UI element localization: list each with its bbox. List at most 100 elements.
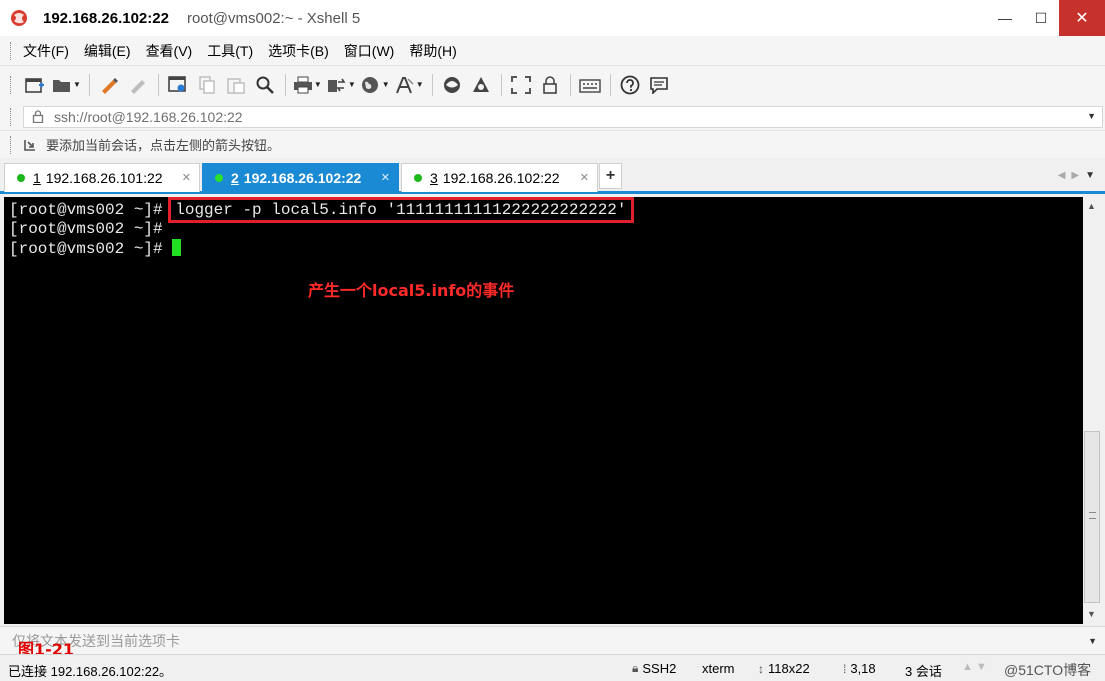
transfer-icon bbox=[327, 78, 346, 92]
tab-number: 3 bbox=[430, 170, 438, 186]
menu-tabs[interactable]: 选项卡(B) bbox=[268, 39, 329, 63]
properties-button[interactable] bbox=[166, 72, 190, 98]
close-button[interactable]: ✕ bbox=[1059, 0, 1105, 36]
xmanager-icon bbox=[472, 76, 489, 92]
menu-file[interactable]: 文件(F) bbox=[23, 39, 69, 63]
copy-button[interactable] bbox=[195, 72, 219, 98]
find-button[interactable] bbox=[253, 72, 277, 98]
terminal-area[interactable]: [root@vms002 ~]# logger -p local5.info '… bbox=[4, 197, 1083, 624]
status-bar: 已连接 192.168.26.102:22。 🔒︎ SSH2 xterm ↕ 118… bbox=[0, 654, 1105, 681]
font-button[interactable]: ▼ bbox=[395, 72, 424, 98]
tab-label: 192.168.26.101:22 bbox=[45, 170, 163, 186]
address-bar: ssh://root@192.168.26.102:22 ▼ bbox=[0, 103, 1105, 130]
print-button[interactable]: ▼ bbox=[293, 72, 322, 98]
terminal-type-status: xterm bbox=[702, 661, 735, 676]
xftp-icon bbox=[443, 76, 460, 93]
address-grip[interactable] bbox=[10, 107, 13, 126]
terminal-scrollbar[interactable]: ▲ ▼ bbox=[1083, 197, 1101, 624]
address-input[interactable]: ssh://root@192.168.26.102:22 ▼ bbox=[23, 105, 1103, 128]
tab-navigation: ◀▶▼ bbox=[1058, 170, 1095, 181]
tab-session-1[interactable]: 1 192.168.26.101:22 ✕ bbox=[4, 163, 200, 192]
find-icon bbox=[256, 76, 274, 94]
scroll-thumb[interactable] bbox=[1084, 431, 1100, 603]
toolbar-separator bbox=[569, 73, 571, 96]
reconnect-button[interactable] bbox=[97, 72, 121, 98]
tab-label: 192.168.26.102:22 bbox=[442, 170, 560, 186]
highlighted-command: logger -p local5.info '11111111111222222… bbox=[168, 197, 634, 223]
new-session-icon bbox=[25, 77, 44, 93]
toolbar-separator bbox=[500, 73, 502, 96]
fullscreen-button[interactable] bbox=[509, 72, 533, 98]
lock-icon: 🔒︎ bbox=[632, 661, 639, 675]
scroll-down-icon[interactable]: ▼ bbox=[1087, 609, 1096, 619]
hint-text: 要添加当前会话，点击左侧的箭头按钮。 bbox=[46, 138, 281, 153]
address-value: ssh://root@192.168.26.102:22 bbox=[54, 108, 243, 125]
new-tab-button[interactable]: + bbox=[599, 163, 622, 189]
maximize-icon: ☐ bbox=[1034, 9, 1048, 26]
menu-view[interactable]: 查看(V) bbox=[146, 39, 193, 63]
tab-strip: 1 192.168.26.101:22 ✕ 2 192.168.26.102:2… bbox=[0, 160, 1105, 194]
tab-session-3[interactable]: 3 192.168.26.102:22 ✕ bbox=[401, 163, 598, 192]
terminal-line: [root@vms002 ~]# logger -p local5.info '… bbox=[9, 197, 1083, 223]
xftp-button[interactable] bbox=[440, 72, 464, 98]
reconnect-icon bbox=[130, 79, 145, 94]
tab-list-dropdown-icon[interactable]: ▼ bbox=[1085, 170, 1095, 181]
add-session-arrow-icon[interactable] bbox=[23, 137, 39, 153]
help-button[interactable] bbox=[618, 72, 642, 98]
connection-status: 已连接 192.168.26.102:22。 bbox=[8, 664, 173, 679]
open-folder-icon bbox=[53, 79, 70, 92]
close-icon[interactable]: ✕ bbox=[580, 171, 589, 184]
chat-icon bbox=[649, 76, 668, 94]
menu-edit[interactable]: 编辑(E) bbox=[84, 39, 131, 63]
hint-grip[interactable] bbox=[10, 135, 13, 154]
window-controls: — ☐ ✕ bbox=[987, 0, 1105, 36]
toolbar-separator bbox=[88, 73, 90, 96]
new-session-button[interactable] bbox=[23, 72, 47, 98]
tab-session-2[interactable]: 2 192.168.26.102:22 ✕ bbox=[202, 163, 399, 192]
resize-icon: ↕ bbox=[758, 661, 764, 676]
maximize-button[interactable]: ☐ bbox=[1023, 0, 1059, 36]
scroll-arrows-icon[interactable]: ▲▼ bbox=[962, 661, 990, 673]
protocol-label: SSH2 bbox=[642, 661, 677, 676]
close-icon[interactable]: ✕ bbox=[381, 171, 390, 184]
transfer-button[interactable]: ▼ bbox=[327, 72, 356, 98]
chevron-right-icon[interactable]: ▶ bbox=[1071, 170, 1085, 181]
menu-window[interactable]: 窗口(W) bbox=[344, 39, 395, 63]
terminal-line: [root@vms002 ~]# bbox=[9, 239, 1083, 258]
globe-icon bbox=[361, 76, 378, 93]
cursor-position-label: 3,18 bbox=[850, 661, 876, 676]
font-icon bbox=[395, 76, 414, 93]
session-count-status: 3 会话 bbox=[905, 661, 942, 680]
globe-button[interactable]: ▼ bbox=[361, 72, 390, 98]
chevron-down-icon[interactable]: ▼ bbox=[1088, 636, 1097, 646]
window-title-host: 192.168.26.102:22 bbox=[43, 9, 169, 27]
menu-grip[interactable] bbox=[10, 41, 13, 60]
open-session-button[interactable]: ▼ bbox=[52, 72, 81, 98]
xshell-logo-icon bbox=[9, 8, 29, 28]
lock-button[interactable] bbox=[538, 72, 562, 98]
status-dot-icon bbox=[17, 174, 25, 182]
disconnect-button[interactable] bbox=[126, 72, 150, 98]
menu-tools[interactable]: 工具(T) bbox=[207, 39, 253, 63]
close-icon[interactable]: ✕ bbox=[182, 171, 191, 184]
cursor-icon: ⁞ bbox=[843, 661, 847, 676]
chat-button[interactable] bbox=[647, 72, 671, 98]
xmanager-button[interactable] bbox=[469, 72, 493, 98]
grip-icon bbox=[1089, 512, 1096, 519]
copy-icon bbox=[199, 75, 215, 94]
lock-icon bbox=[32, 110, 46, 124]
keyboard-button[interactable] bbox=[578, 72, 602, 98]
status-dot-icon bbox=[414, 174, 422, 182]
toolbar-grip[interactable] bbox=[10, 75, 13, 94]
tab-number: 1 bbox=[33, 170, 41, 186]
toolbar-separator bbox=[157, 73, 159, 96]
compose-bar[interactable]: 仅将文本发送到当前选项卡 ▼ bbox=[0, 626, 1105, 654]
toolbar: ▼ ▼ ▼ ▼ ▼ bbox=[0, 65, 1105, 103]
menu-help[interactable]: 帮助(H) bbox=[409, 39, 456, 63]
scroll-up-icon[interactable]: ▲ bbox=[1087, 201, 1096, 211]
chevron-down-icon[interactable]: ▼ bbox=[1087, 111, 1096, 121]
minimize-button[interactable]: — bbox=[987, 0, 1023, 36]
toolbar-separator bbox=[609, 73, 611, 96]
chevron-left-icon[interactable]: ◀ bbox=[1058, 170, 1072, 181]
paste-button[interactable] bbox=[224, 72, 248, 98]
